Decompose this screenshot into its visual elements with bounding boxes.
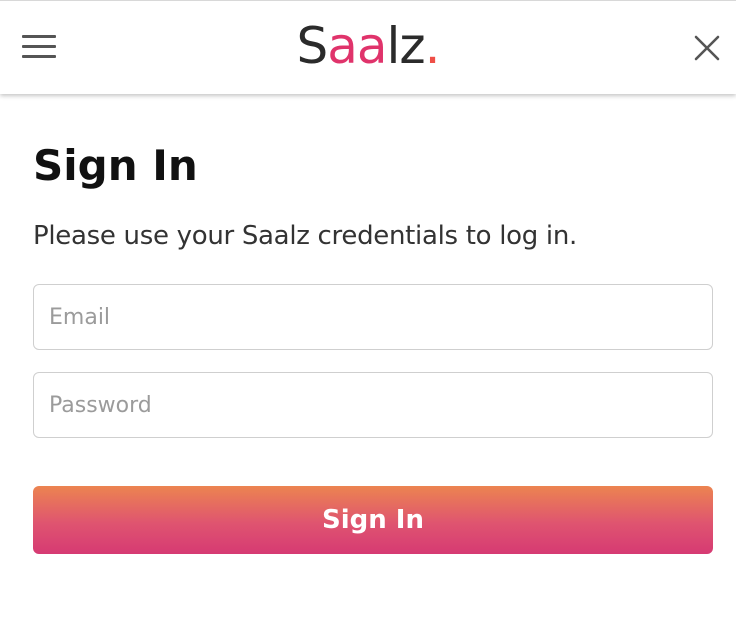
page-subtitle: Please use your Saalz credentials to log…	[33, 221, 577, 251]
sign-in-button[interactable]: Sign In	[33, 486, 713, 554]
logo-text-s: S	[296, 17, 328, 75]
saalz-logo: Saalz.	[0, 11, 736, 81]
app-header: Saalz.	[0, 0, 736, 94]
logo-dot: .	[424, 17, 441, 75]
email-field[interactable]	[33, 284, 713, 350]
page-title: Sign In	[33, 141, 198, 190]
logo-text-aa: aa	[327, 17, 387, 75]
close-icon[interactable]	[690, 31, 724, 65]
logo-text-lz: lz	[386, 17, 425, 75]
password-field[interactable]	[33, 372, 713, 438]
